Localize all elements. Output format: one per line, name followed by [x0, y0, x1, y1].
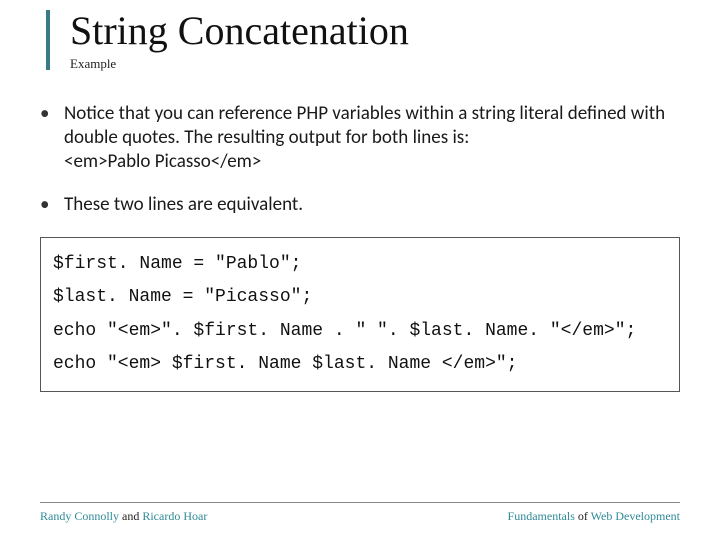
footer-sep: and [119, 509, 142, 523]
code-line: $first. Name = "Pablo"; [53, 248, 667, 281]
bullet-1-output: <em>Pablo Picasso</em> [64, 150, 261, 173]
code-line: echo "<em>". $first. Name . " ". $last. … [53, 315, 667, 348]
slide: String Concatenation Example • Notice th… [0, 0, 720, 540]
footer-row: Randy Connolly and Ricardo Hoar Fundamen… [40, 509, 680, 524]
bullet-item: • These two lines are equivalent. [40, 193, 680, 217]
bullet-1-line: Notice that you can reference PHP variab… [64, 102, 665, 149]
author-2: Ricardo Hoar [142, 509, 207, 523]
footer-left: Randy Connolly and Ricardo Hoar [40, 509, 207, 524]
footer: Randy Connolly and Ricardo Hoar Fundamen… [40, 502, 680, 524]
footer-rule [40, 502, 680, 503]
bullet-dot: • [40, 102, 64, 173]
bullet-item: • Notice that you can reference PHP vari… [40, 102, 680, 173]
author-1: Randy Connolly [40, 509, 119, 523]
book-word-1: Fundamentals [508, 509, 575, 523]
accent-bar [46, 10, 50, 70]
title-block: String Concatenation Example [70, 10, 680, 72]
footer-sep: of [575, 509, 591, 523]
body: • Notice that you can reference PHP vari… [40, 102, 680, 392]
bullet-text: Notice that you can reference PHP variab… [64, 102, 680, 173]
bullet-dot: • [40, 193, 64, 217]
footer-right: Fundamentals of Web Development [508, 509, 680, 524]
slide-subtitle: Example [70, 56, 680, 72]
slide-title: String Concatenation [70, 10, 680, 52]
book-word-2: Web Development [591, 509, 680, 523]
code-block: $first. Name = "Pablo"; $last. Name = "P… [40, 237, 680, 392]
code-line: echo "<em> $first. Name $last. Name </em… [53, 348, 667, 381]
bullet-2-text: These two lines are equivalent. [64, 193, 680, 217]
code-line: $last. Name = "Picasso"; [53, 281, 667, 314]
